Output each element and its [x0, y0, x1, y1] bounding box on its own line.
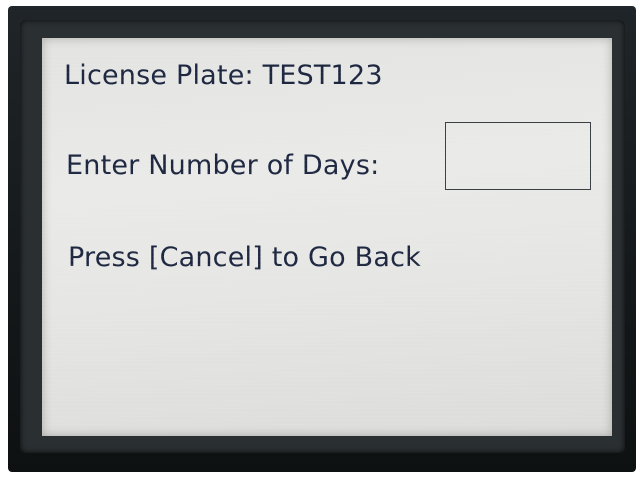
license-plate-label: License Plate: TEST123 — [64, 60, 383, 91]
display-screen: License Plate: TEST123 Enter Number of D… — [42, 38, 612, 436]
device-photo: License Plate: TEST123 Enter Number of D… — [0, 0, 640, 480]
days-prompt-label: Enter Number of Days: — [66, 150, 380, 181]
screen-glare — [42, 38, 612, 436]
days-input[interactable] — [445, 122, 591, 190]
cancel-hint-text: Press [Cancel] to Go Back — [68, 242, 422, 273]
